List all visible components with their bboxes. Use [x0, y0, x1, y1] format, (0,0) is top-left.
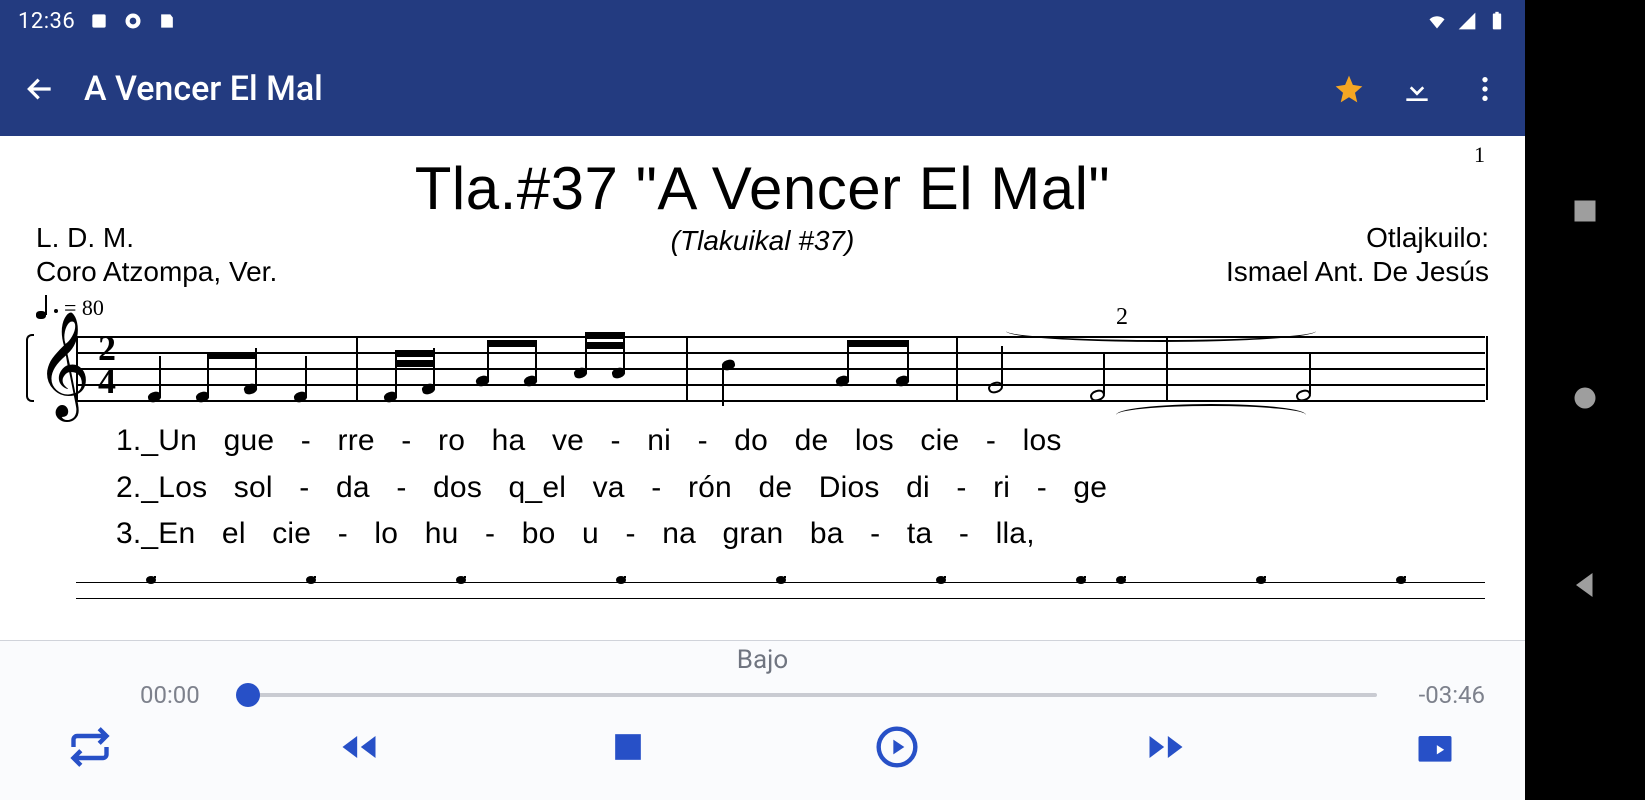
- stop-button[interactable]: [598, 719, 658, 775]
- favorite-button[interactable]: [1325, 65, 1373, 113]
- lyric-line-2: 2._Los sol - da - dos q_el va - rón de D…: [116, 465, 1495, 512]
- status-bar: 12:36: [0, 0, 1525, 42]
- forward-button[interactable]: [1136, 719, 1196, 775]
- meta-left-1: L. D. M.: [36, 221, 277, 255]
- back-system-button[interactable]: [1567, 567, 1603, 607]
- seek-bar-row: 00:00 -03:46: [0, 675, 1525, 709]
- staff-brace: [26, 334, 34, 402]
- device-frame: 12:36 A Vencer E: [0, 0, 1525, 800]
- home-button[interactable]: [1567, 380, 1603, 420]
- score-title: Tla.#37 "A Vencer El Mal": [30, 154, 1495, 223]
- battery-icon: [1487, 11, 1507, 31]
- player-controls: [0, 709, 1525, 775]
- playlist-button[interactable]: [1405, 719, 1465, 775]
- system-nav-bar: [1525, 0, 1645, 800]
- back-button[interactable]: [16, 65, 64, 113]
- wifi-icon: [1427, 11, 1447, 31]
- recent-apps-button[interactable]: [1567, 193, 1603, 233]
- download-button[interactable]: [1393, 65, 1441, 113]
- page-title: A Vencer El Mal: [84, 69, 1305, 109]
- overflow-menu-button[interactable]: [1461, 65, 1509, 113]
- seek-thumb[interactable]: [236, 683, 260, 707]
- status-app-icon-1: [89, 11, 109, 31]
- audio-player: Bajo 00:00 -03:46: [0, 640, 1525, 800]
- meta-left-2: Coro Atzompa, Ver.: [36, 255, 277, 289]
- play-button[interactable]: [867, 719, 927, 775]
- music-staff: 𝄞 2 4 2: [76, 336, 1485, 400]
- elapsed-time: 00:00: [140, 681, 230, 709]
- status-app-icon-3: [157, 11, 177, 31]
- app-bar: A Vencer El Mal: [0, 42, 1525, 136]
- lyric-line-3: 3._En el cie - lo hu - bo u - na gran ba…: [116, 511, 1495, 558]
- notes: [76, 336, 1485, 400]
- signal-icon: [1457, 11, 1477, 31]
- meta-right-1: Otlajkuilo:: [1226, 221, 1489, 255]
- lyrics-block: 1._Un gue - rre - ro ha ve - ni - do de …: [116, 418, 1495, 558]
- status-app-icon-2: [123, 11, 143, 31]
- track-label: Bajo: [0, 645, 1525, 675]
- music-staff-lower: 𝄢: [76, 576, 1485, 620]
- rewind-button[interactable]: [329, 719, 389, 775]
- status-time: 12:36: [18, 9, 75, 34]
- page-number: 1: [1474, 142, 1485, 168]
- repeat-button[interactable]: [60, 719, 120, 775]
- remaining-time: -03:46: [1395, 681, 1485, 709]
- seek-bar[interactable]: [248, 693, 1377, 697]
- meta-right-2: Ismael Ant. De Jesús: [1226, 255, 1489, 289]
